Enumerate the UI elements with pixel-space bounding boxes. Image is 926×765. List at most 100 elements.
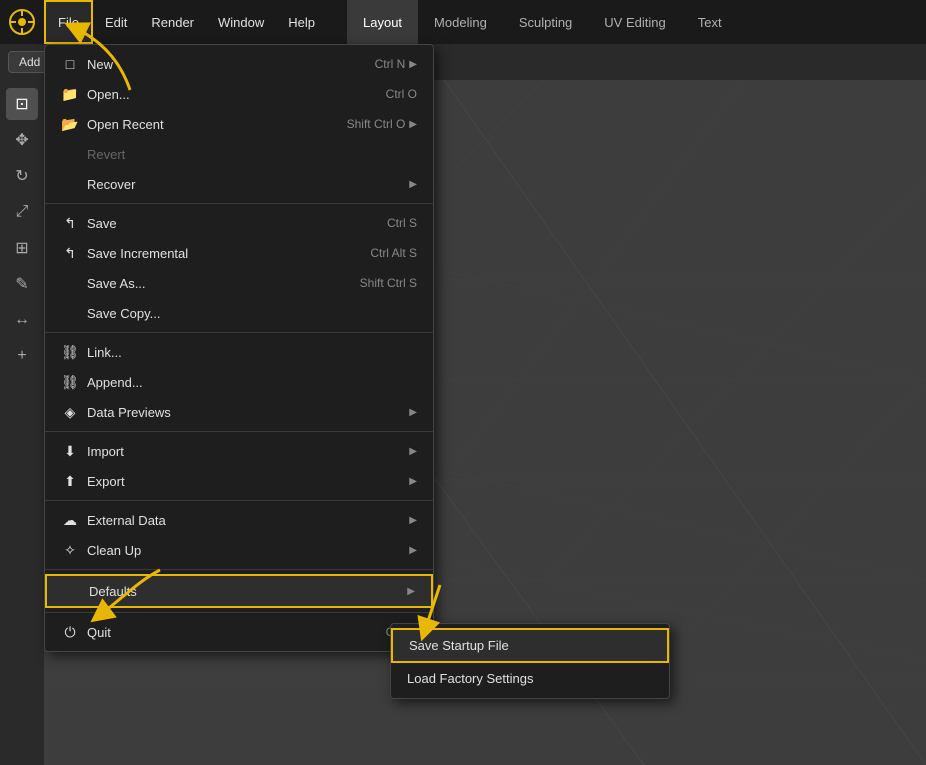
render-menu-item[interactable]: Render xyxy=(139,0,206,44)
file-menu-label: File xyxy=(58,15,79,30)
sidebar-rotate-icon[interactable]: ↻ xyxy=(6,160,38,192)
sidebar-scale-icon[interactable]: ⤢ xyxy=(6,196,38,228)
menu-open[interactable]: 📁 Open... Ctrl O xyxy=(45,79,433,109)
defaults-submenu: Save Startup File Load Factory Settings xyxy=(390,623,670,699)
tab-modeling[interactable]: Modeling xyxy=(418,0,503,44)
sidebar-transform-icon[interactable]: ⊞ xyxy=(6,232,38,264)
menu-save-incremental-text: Save Incremental xyxy=(87,246,188,261)
submenu-save-startup-label: Save Startup File xyxy=(409,638,509,653)
submenu-load-factory[interactable]: Load Factory Settings xyxy=(391,663,669,694)
workspace-tabs: Layout Modeling Sculpting UV Editing Tex… xyxy=(347,0,738,44)
top-menu-bar: File Edit Render Window Help Layout Mode… xyxy=(0,0,926,44)
arrow-icon: ▶ xyxy=(409,515,417,526)
submenu-save-startup[interactable]: Save Startup File xyxy=(391,628,669,663)
save-incremental-icon: ↰ xyxy=(61,244,79,262)
clean-up-icon: ✧ xyxy=(61,541,79,559)
menu-append[interactable]: ⛓ Append... xyxy=(45,367,433,397)
arrow-icon: ▶ xyxy=(409,545,417,556)
menu-defaults[interactable]: Defaults ▶ xyxy=(45,574,433,608)
sidebar-measure-icon[interactable]: ↔ xyxy=(6,304,38,336)
separator-6 xyxy=(45,612,433,613)
menu-link[interactable]: ⛓ Link... xyxy=(45,337,433,367)
menu-external-data[interactable]: ☁ External Data ▶ xyxy=(45,505,433,535)
open-recent-icon: 📂 xyxy=(61,115,79,133)
tab-layout-label: Layout xyxy=(363,15,402,30)
sidebar-move-icon[interactable]: ✥ xyxy=(6,124,38,156)
menu-clean-up[interactable]: ✧ Clean Up ▶ xyxy=(45,535,433,565)
menu-export-text: Export xyxy=(87,474,125,489)
menu-save-text: Save xyxy=(87,216,117,231)
menu-new-label-group: □ New xyxy=(61,55,113,73)
sidebar-select-icon[interactable]: ⊡ xyxy=(6,88,38,120)
edit-menu-label: Edit xyxy=(105,15,127,30)
tab-uv-editing[interactable]: UV Editing xyxy=(588,0,681,44)
append-icon: ⛓ xyxy=(61,373,79,391)
menu-save[interactable]: ↰ Save Ctrl S xyxy=(45,208,433,238)
render-menu-label: Render xyxy=(151,15,194,30)
menu-import-text: Import xyxy=(87,444,124,459)
file-dropdown-menu: □ New Ctrl N ▶ 📁 Open... Ctrl O 📂 Open R… xyxy=(44,44,434,652)
separator-5 xyxy=(45,569,433,570)
menu-save-shortcut: Ctrl S xyxy=(387,216,417,230)
quit-icon: ⏻ xyxy=(61,623,79,641)
external-data-icon: ☁ xyxy=(61,511,79,529)
menu-revert-text: Revert xyxy=(87,147,125,162)
separator-4 xyxy=(45,500,433,501)
sidebar-add-icon[interactable]: + xyxy=(6,340,38,372)
arrow-icon: ▶ xyxy=(407,586,415,597)
menu-quit-text: Quit xyxy=(87,625,111,640)
tab-text[interactable]: Text xyxy=(682,0,738,44)
export-icon: ⬆ xyxy=(61,472,79,490)
menu-recover[interactable]: Recover ▶ xyxy=(45,169,433,199)
add-label: Add xyxy=(19,55,40,69)
menu-save-incremental-shortcut: Ctrl Alt S xyxy=(370,246,417,260)
menu-save-incremental[interactable]: ↰ Save Incremental Ctrl Alt S xyxy=(45,238,433,268)
blender-logo[interactable] xyxy=(0,0,44,44)
menu-save-as-text: Save As... xyxy=(87,276,146,291)
edit-menu-item[interactable]: Edit xyxy=(93,0,139,44)
menu-items: File Edit Render Window Help xyxy=(44,0,327,44)
arrow-icon: ▶ xyxy=(409,179,417,190)
tab-modeling-label: Modeling xyxy=(434,15,487,30)
file-menu-item[interactable]: File xyxy=(44,0,93,44)
tab-sculpting-label: Sculpting xyxy=(519,15,572,30)
menu-save-as[interactable]: Save As... Shift Ctrl S xyxy=(45,268,433,298)
separator-1 xyxy=(45,203,433,204)
left-sidebar: ↖ ⊡ ✥ ↻ ⤢ ⊞ ✎ ↔ + xyxy=(0,44,44,765)
save-copy-icon xyxy=(61,304,79,322)
tab-uv-editing-label: UV Editing xyxy=(604,15,665,30)
menu-data-previews[interactable]: ◈ Data Previews ▶ xyxy=(45,397,433,427)
window-menu-label: Window xyxy=(218,15,264,30)
menu-open-recent-text: Open Recent xyxy=(87,117,164,132)
help-menu-item[interactable]: Help xyxy=(276,0,327,44)
menu-link-text: Link... xyxy=(87,345,122,360)
menu-open-recent[interactable]: 📂 Open Recent Shift Ctrl O ▶ xyxy=(45,109,433,139)
menu-append-text: Append... xyxy=(87,375,143,390)
menu-defaults-text: Defaults xyxy=(89,584,137,599)
tab-layout[interactable]: Layout xyxy=(347,0,418,44)
menu-open-text: Open... xyxy=(87,87,130,102)
sidebar-annotate-icon[interactable]: ✎ xyxy=(6,268,38,300)
tab-text-label: Text xyxy=(698,15,722,30)
menu-save-as-shortcut: Shift Ctrl S xyxy=(360,276,417,290)
menu-import[interactable]: ⬇ Import ▶ xyxy=(45,436,433,466)
menu-data-previews-text: Data Previews xyxy=(87,405,171,420)
menu-export[interactable]: ⬆ Export ▶ xyxy=(45,466,433,496)
arrow-icon: ▶ xyxy=(409,476,417,487)
tab-sculpting[interactable]: Sculpting xyxy=(503,0,588,44)
menu-save-copy-text: Save Copy... xyxy=(87,306,160,321)
menu-external-data-text: External Data xyxy=(87,513,166,528)
menu-save-copy[interactable]: Save Copy... xyxy=(45,298,433,328)
import-icon: ⬇ xyxy=(61,442,79,460)
new-icon: □ xyxy=(61,55,79,73)
menu-new[interactable]: □ New Ctrl N ▶ xyxy=(45,49,433,79)
blender-logo-icon xyxy=(8,8,36,36)
arrow-icon: ▶ xyxy=(409,407,417,418)
window-menu-item[interactable]: Window xyxy=(206,0,276,44)
arrow-icon: ▶ xyxy=(409,446,417,457)
arrow-icon: ▶ xyxy=(409,119,417,130)
menu-new-shortcut: Ctrl N ▶ xyxy=(375,57,417,71)
menu-quit[interactable]: ⏻ Quit Ctrl Q xyxy=(45,617,433,647)
separator-3 xyxy=(45,431,433,432)
help-menu-label: Help xyxy=(288,15,315,30)
